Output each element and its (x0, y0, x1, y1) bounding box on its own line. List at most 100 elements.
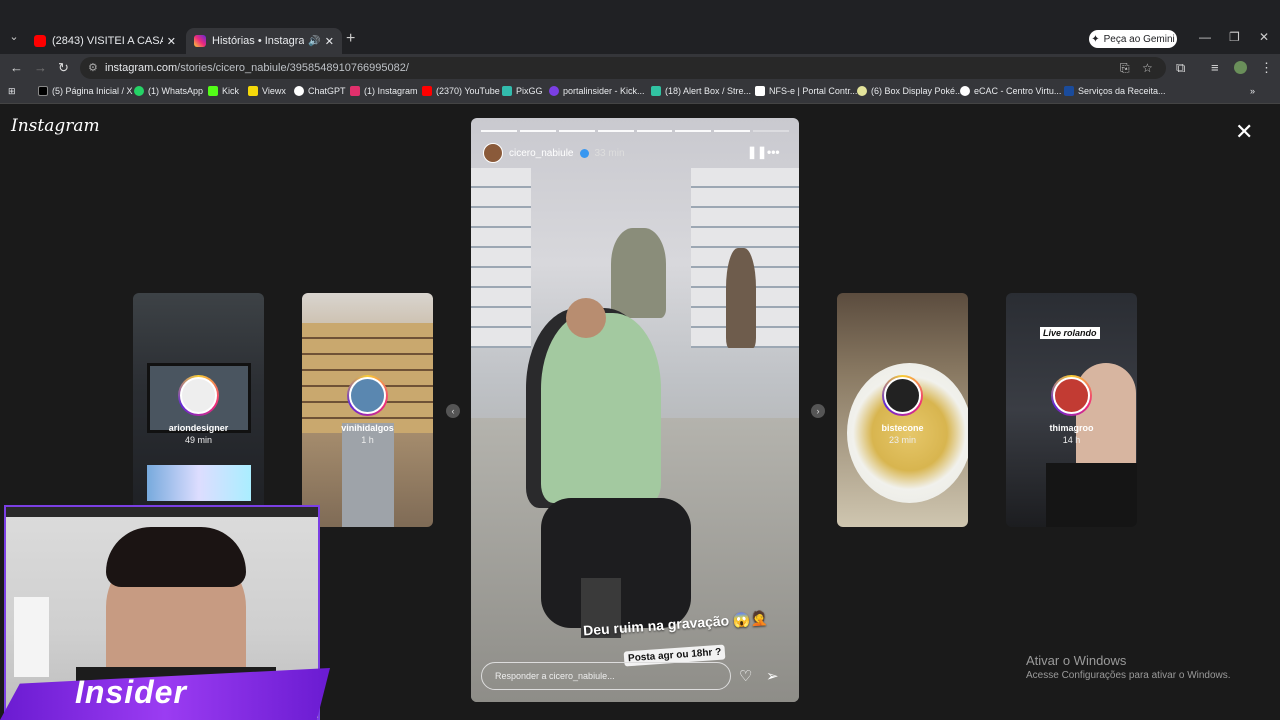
man-head (566, 298, 606, 338)
pokemon-icon (857, 86, 867, 96)
bystander-person (611, 228, 666, 318)
close-tab-icon[interactable]: ✕ (325, 35, 334, 48)
restore-icon[interactable]: ❐ (1229, 30, 1240, 44)
receita-icon (1064, 86, 1074, 96)
bookmark-label: PixGG (516, 86, 543, 96)
story-time: 33 min (594, 147, 625, 159)
share-send-icon[interactable]: ➢ (766, 667, 779, 685)
gemini-button[interactable]: ✦ Peça ao Gemini (1089, 30, 1177, 48)
story-avatar-ring (347, 375, 388, 416)
bookmark-label: (18) Alert Box / Stre... (665, 86, 752, 96)
back-icon[interactable]: ← (10, 60, 23, 75)
story-username: ariondesigner (168, 423, 229, 433)
story-header: cicero_nabiule 33 min (483, 143, 625, 163)
menu-kebab-icon[interactable]: ⋮ (1260, 60, 1273, 76)
next-story-arrow-icon[interactable]: › (811, 404, 825, 418)
bookmark-instagram[interactable]: (1) Instagram (350, 86, 418, 96)
new-tab-button[interactable]: + (346, 30, 355, 48)
story-time: 1 h (361, 435, 374, 445)
bookmark-star-icon[interactable]: ☆ (1142, 61, 1153, 75)
story-preview-thimagroo[interactable]: Live rolando thimagroo 14 h (1006, 293, 1137, 527)
story-text-tag: Live rolando (1040, 327, 1100, 339)
bookmark-receita[interactable]: Serviços da Receita... (1064, 86, 1166, 96)
tab-youtube[interactable]: (2843) VISITEI A CASA MAIS TE ✕ (26, 28, 184, 54)
story-username[interactable]: cicero_nabiule (509, 148, 574, 159)
minimize-icon[interactable]: — (1199, 30, 1211, 44)
story-time: 49 min (184, 435, 212, 445)
activation-title: Ativar o Windows (1026, 653, 1127, 668)
bookmark-label: NFS-e | Portal Contr... (769, 86, 858, 96)
tab-instagram[interactable]: Histórias • Instagram 🔊 ✕ (186, 28, 342, 54)
tab-title: Histórias • Instagram (212, 35, 305, 47)
story-avatar-ring (178, 375, 219, 416)
bookmark-youtube[interactable]: (2370) YouTube (422, 86, 500, 96)
bookmark-pixgg[interactable]: PixGG (502, 86, 543, 96)
forward-icon[interactable]: → (34, 60, 47, 75)
bookmark-label: Serviços da Receita... (1078, 86, 1166, 96)
more-bookmarks-icon[interactable]: » (1250, 86, 1255, 96)
story-username: vinihidalgos (341, 423, 394, 433)
story-avatar-ring (882, 375, 923, 416)
close-window-icon[interactable]: ✕ (1259, 30, 1269, 44)
activation-subtitle: Acesse Configurações para ativar o Windo… (1026, 670, 1231, 681)
url-text: instagram.com/stories/cicero_nabiule/395… (105, 62, 409, 74)
instagram-logo[interactable]: Instagram (11, 116, 100, 136)
bookmark-alertbox[interactable]: (18) Alert Box / Stre... (651, 86, 751, 96)
bookmark-boxdisplay[interactable]: (6) Box Display Poké... (857, 86, 963, 96)
reply-input[interactable]: Responder a cicero_nabiule... (481, 662, 731, 690)
bookmark-label: (1) WhatsApp (148, 86, 204, 96)
streamer-hair (106, 527, 246, 587)
tab-title: (2843) VISITEI A CASA MAIS TE (52, 35, 163, 47)
keyboard-image (147, 465, 251, 501)
x-icon (38, 86, 48, 96)
avatar (349, 377, 386, 414)
bookmark-label: portalinsider - Kick... (563, 86, 645, 96)
like-heart-icon[interactable]: ♡ (739, 667, 752, 685)
story-preview-ariondesigner[interactable]: ariondesigner 49 min (133, 293, 264, 527)
speaker-icon[interactable]: 🔊 (308, 36, 320, 47)
bookmark-label: Viewx (262, 86, 286, 96)
close-tab-icon[interactable]: ✕ (167, 35, 176, 48)
tab-search-chevron-icon[interactable]: ⌄ (6, 30, 22, 48)
story-preview-bistecone[interactable]: bistecone 23 min (837, 293, 968, 527)
store-shelf-left (471, 168, 531, 348)
story-time: 23 min (888, 435, 916, 445)
profile-avatar[interactable] (1234, 61, 1247, 74)
apps-grid-icon[interactable]: ⊞ (8, 86, 16, 97)
verified-badge-icon (579, 148, 589, 158)
bookmarks-bar: ⊞ (5) Página Inicial / X (1) WhatsApp Ki… (0, 82, 1280, 104)
url-path: /stories/cicero_nabiule/3958548910766995… (177, 62, 409, 74)
media-control-icon[interactable]: ≡ (1211, 60, 1219, 75)
close-stories-icon[interactable]: ✕ (1235, 119, 1253, 145)
main-story-viewer[interactable]: cicero_nabiule 33 min ❚❚ ••• Deu ruim na… (471, 118, 799, 702)
avatar (1053, 377, 1090, 414)
bookmark-viewx[interactable]: Viewx (248, 86, 286, 96)
story-avatar-ring (1051, 375, 1092, 416)
bookmark-kick[interactable]: Kick (208, 86, 239, 96)
bookmark-portalinsider[interactable]: portalinsider - Kick... (549, 86, 645, 96)
address-bar[interactable]: ⚙ instagram.com/stories/cicero_nabiule/3… (80, 57, 1166, 79)
bookmark-label: (5) Página Inicial / X (52, 86, 133, 96)
avatar[interactable] (483, 143, 503, 163)
story-time: 14 h (1062, 435, 1081, 445)
bookmark-label: Kick (222, 86, 240, 96)
extensions-icon[interactable]: ⧉ (1176, 60, 1185, 76)
pause-icon[interactable]: ❚❚ (747, 145, 767, 159)
gemini-label: Peça ao Gemini (1103, 33, 1175, 45)
navigation-bar: ← → ↻ ⚙ instagram.com/stories/cicero_nab… (0, 54, 1280, 82)
story-preview-vinihidalgos[interactable]: vinihidalgos 1 h (302, 293, 433, 527)
bookmark-whatsapp[interactable]: (1) WhatsApp (134, 86, 203, 96)
bookmark-x[interactable]: (5) Página Inicial / X (38, 86, 133, 96)
more-options-icon[interactable]: ••• (767, 145, 780, 159)
bookmark-chatgpt[interactable]: ChatGPT (294, 86, 346, 96)
youtube-icon (422, 86, 432, 96)
site-info-icon[interactable]: ⚙ (88, 61, 98, 74)
url-domain: instagram.com (105, 62, 178, 74)
bookmark-ecac[interactable]: eCAC - Centro Virtu... (960, 86, 1061, 96)
install-app-icon[interactable]: ⎘ (1120, 61, 1130, 76)
reload-icon[interactable]: ↻ (58, 60, 69, 76)
alertbox-icon (651, 86, 661, 96)
instagram-icon (194, 35, 206, 47)
bookmark-nfse[interactable]: NFS-e | Portal Contr... (755, 86, 857, 96)
previous-story-arrow-icon[interactable]: ‹ (446, 404, 460, 418)
